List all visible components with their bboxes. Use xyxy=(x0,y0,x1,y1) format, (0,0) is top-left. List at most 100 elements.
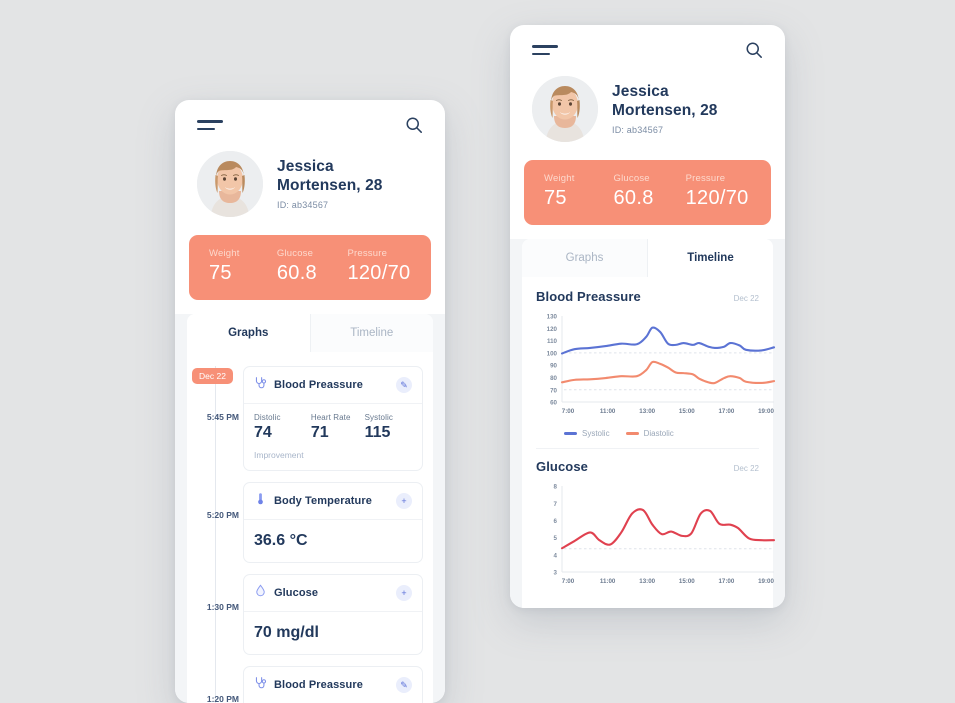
stat-pressure-label: Pressure xyxy=(685,173,726,184)
svg-text:4: 4 xyxy=(554,552,558,559)
timeline-gutter: 5:20 PM xyxy=(187,482,243,574)
svg-text:8: 8 xyxy=(554,484,558,491)
metric-label: Systolic xyxy=(364,413,393,422)
timeline-card-blood-pressure[interactable]: Blood Preassure ✎ Distolic 72 Heart Rate xyxy=(243,666,423,703)
stat-glucose: Glucose 60.8 xyxy=(606,173,680,210)
tab-graphs[interactable]: Graphs xyxy=(187,314,310,352)
timeline-list: Dec 22 5:45 PM Blood Preassure ✎ Distoli… xyxy=(187,352,433,703)
stat-glucose-value: 60.8 xyxy=(276,262,317,284)
add-icon[interactable]: + xyxy=(396,585,412,601)
card-note: Improvement xyxy=(254,450,304,460)
svg-text:110: 110 xyxy=(547,338,558,345)
card-header: Body Temperature + xyxy=(244,483,422,520)
legend-item-systolic: Systolic xyxy=(564,429,610,438)
svg-text:19:00: 19:00 xyxy=(758,578,774,585)
timeline-gutter: 1:20 PM xyxy=(187,666,243,703)
card-header: Glucose + xyxy=(244,575,422,612)
metric-label: Distolic xyxy=(254,413,281,422)
timeline-card-body-temperature[interactable]: Body Temperature + 36.6 °C xyxy=(243,482,423,563)
svg-text:5: 5 xyxy=(554,535,558,542)
timeline-gutter: 1:30 PM xyxy=(187,574,243,666)
content-area-left: Graphs Timeline Dec 22 5:45 PM Blood Pre… xyxy=(175,314,445,703)
legend-label: Systolic xyxy=(582,429,610,438)
svg-text:60: 60 xyxy=(550,400,557,407)
card-title: Blood Preassure xyxy=(274,379,363,391)
svg-text:70: 70 xyxy=(550,387,557,394)
card-value: 36.6 °C xyxy=(254,532,308,549)
card-title: Blood Preassure xyxy=(274,679,363,691)
metric-label: Heart Rate xyxy=(310,413,351,422)
svg-text:130: 130 xyxy=(547,314,558,321)
top-bar xyxy=(510,25,785,70)
timeline-gutter: Dec 22 5:45 PM xyxy=(187,366,243,482)
patient-id: ID: ab34567 xyxy=(612,124,664,135)
stat-weight: Weight 75 xyxy=(524,173,606,210)
svg-text:90: 90 xyxy=(550,363,557,370)
profile-text: Jessica Mortensen, 28 ID: ab34567 xyxy=(612,83,718,135)
timeline-rail xyxy=(215,574,216,666)
stat-pressure-value: 120/70 xyxy=(685,187,749,209)
profile-block: Jessica Mortensen, 28 ID: ab34567 xyxy=(175,145,445,217)
svg-text:17:00: 17:00 xyxy=(718,578,734,585)
timeline-rail xyxy=(215,482,216,574)
chart-date: Dec 22 xyxy=(733,294,759,303)
metric-value: 71 xyxy=(310,424,329,441)
stat-glucose: Glucose 60.8 xyxy=(269,248,342,285)
search-icon[interactable] xyxy=(745,41,763,64)
svg-text:13:00: 13:00 xyxy=(639,408,655,415)
metric-value: 115 xyxy=(364,424,391,441)
stats-band: Weight 75 Glucose 60.8 Pressure 120/70 xyxy=(524,160,771,225)
card-title: Body Temperature xyxy=(274,495,372,507)
timeline-time: 5:20 PM xyxy=(206,510,239,520)
tab-timeline[interactable]: Timeline xyxy=(309,314,433,352)
stat-pressure-value: 120/70 xyxy=(347,262,411,284)
patient-name: Jessica Mortensen, 28 xyxy=(612,83,718,119)
edit-icon[interactable]: ✎ xyxy=(396,677,412,693)
stat-glucose-label: Glucose xyxy=(613,173,650,184)
stage: Jessica Mortensen, 28 ID: ab34567 Weight… xyxy=(0,0,955,703)
stat-pressure: Pressure 120/70 xyxy=(680,173,771,210)
timeline-entry: Dec 22 5:45 PM Blood Preassure ✎ Distoli… xyxy=(187,366,433,482)
droplet-icon xyxy=(254,584,267,602)
svg-text:7:00: 7:00 xyxy=(562,408,575,415)
avatar xyxy=(197,151,263,217)
timeline-entry: 1:30 PM Glucose + 70 mg/dl xyxy=(187,574,433,666)
svg-text:15:00: 15:00 xyxy=(679,408,695,415)
hamburger-menu-icon[interactable] xyxy=(197,120,223,135)
stethoscope-icon xyxy=(254,376,267,394)
patient-id: ID: ab34567 xyxy=(277,199,329,210)
timeline-entry: 5:20 PM Body Temperature + 36.6 °C xyxy=(187,482,433,574)
tab-bar-right: Graphs Timeline xyxy=(522,239,773,277)
metric-value: 74 xyxy=(254,424,272,441)
stat-weight-label: Weight xyxy=(544,173,575,184)
tab-graphs[interactable]: Graphs xyxy=(522,239,647,277)
card-title: Glucose xyxy=(274,587,319,599)
card-header: Blood Preassure ✎ xyxy=(244,667,422,703)
chart-date: Dec 22 xyxy=(733,464,759,473)
legend-swatch-diastolic xyxy=(625,432,639,435)
stat-glucose-label: Glucose xyxy=(276,248,314,259)
timeline-time: 1:30 PM xyxy=(206,602,239,612)
metric-heart-rate: Heart Rate 71 xyxy=(311,413,365,442)
add-icon[interactable]: + xyxy=(396,493,412,509)
profile-block: Jessica Mortensen, 28 ID: ab34567 xyxy=(510,70,785,142)
metric-systolic: Systolic 115 xyxy=(365,413,412,442)
stat-glucose-value: 60.8 xyxy=(613,187,654,209)
charts-panel: Blood Preassure Dec 22 130 120 110 100 90 80 7… xyxy=(522,277,776,608)
stat-weight-value: 75 xyxy=(209,262,232,284)
chart-canvas-bp: 130 120 110 100 90 80 70 60 7:00 11:00 13:00 15:00 1… xyxy=(536,310,776,427)
tab-timeline[interactable]: Timeline xyxy=(647,239,773,277)
chart-canvas-glucose: 8 7 6 5 4 3 7:00 11:00 13:00 15:00 17:00 19:00 xyxy=(536,480,776,597)
svg-text:7: 7 xyxy=(554,501,558,508)
chart-title: Blood Preassure xyxy=(536,289,641,304)
profile-text: Jessica Mortensen, 28 ID: ab34567 xyxy=(277,158,383,210)
timeline-time: 5:45 PM xyxy=(206,412,239,422)
timeline-entry: 1:20 PM Blood Preassure ✎ xyxy=(187,666,433,703)
date-badge: Dec 22 xyxy=(192,368,233,384)
timeline-card-glucose[interactable]: Glucose + 70 mg/dl xyxy=(243,574,423,655)
timeline-card-blood-pressure[interactable]: Blood Preassure ✎ Distolic 74 Heart Rate xyxy=(243,366,423,471)
hamburger-menu-icon[interactable] xyxy=(532,45,558,60)
stat-pressure-label: Pressure xyxy=(347,248,388,259)
edit-icon[interactable]: ✎ xyxy=(396,377,412,393)
search-icon[interactable] xyxy=(405,116,423,139)
